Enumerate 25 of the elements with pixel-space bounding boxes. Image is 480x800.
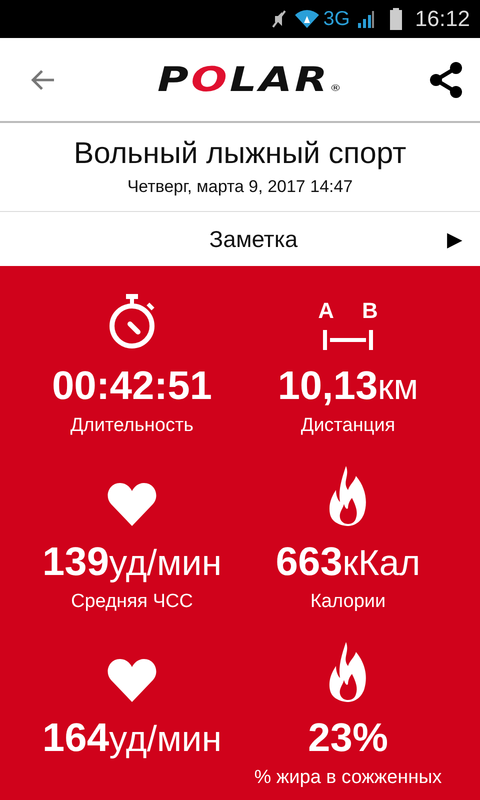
activity-title: Вольный лыжный спорт xyxy=(74,137,406,171)
mute-icon xyxy=(271,9,288,29)
network-type: 3G xyxy=(323,8,350,30)
stat-value: 23% xyxy=(308,716,388,761)
stat-label: Длительность xyxy=(70,415,194,437)
wifi-icon xyxy=(294,9,320,29)
stat-label: Дистанция xyxy=(300,415,396,437)
clock: 16:12 xyxy=(414,6,470,32)
heart-icon xyxy=(107,482,157,526)
battery-icon xyxy=(390,8,402,30)
stat-label: % жира в сожженных xyxy=(254,767,442,789)
heart-icon xyxy=(107,658,157,702)
flame-icon xyxy=(328,642,368,702)
signal-icon xyxy=(356,9,375,29)
stat-value: 139уд/мин xyxy=(42,540,222,585)
stat-value: 00:42:51 xyxy=(52,364,212,409)
activity-date: Четверг, марта 9, 2017 14:47 xyxy=(127,177,353,197)
stat-label: Средняя ЧСС xyxy=(71,591,193,613)
stat-label: Калории xyxy=(310,591,386,613)
stat-value: 663кКал xyxy=(276,540,420,585)
note-row[interactable]: Заметка ▶ xyxy=(0,212,480,266)
logo: POLAR® xyxy=(158,60,344,100)
flame-icon xyxy=(328,466,368,526)
stat-value: 164уд/мин xyxy=(42,716,222,761)
stat-value: 10,13км xyxy=(278,364,418,409)
